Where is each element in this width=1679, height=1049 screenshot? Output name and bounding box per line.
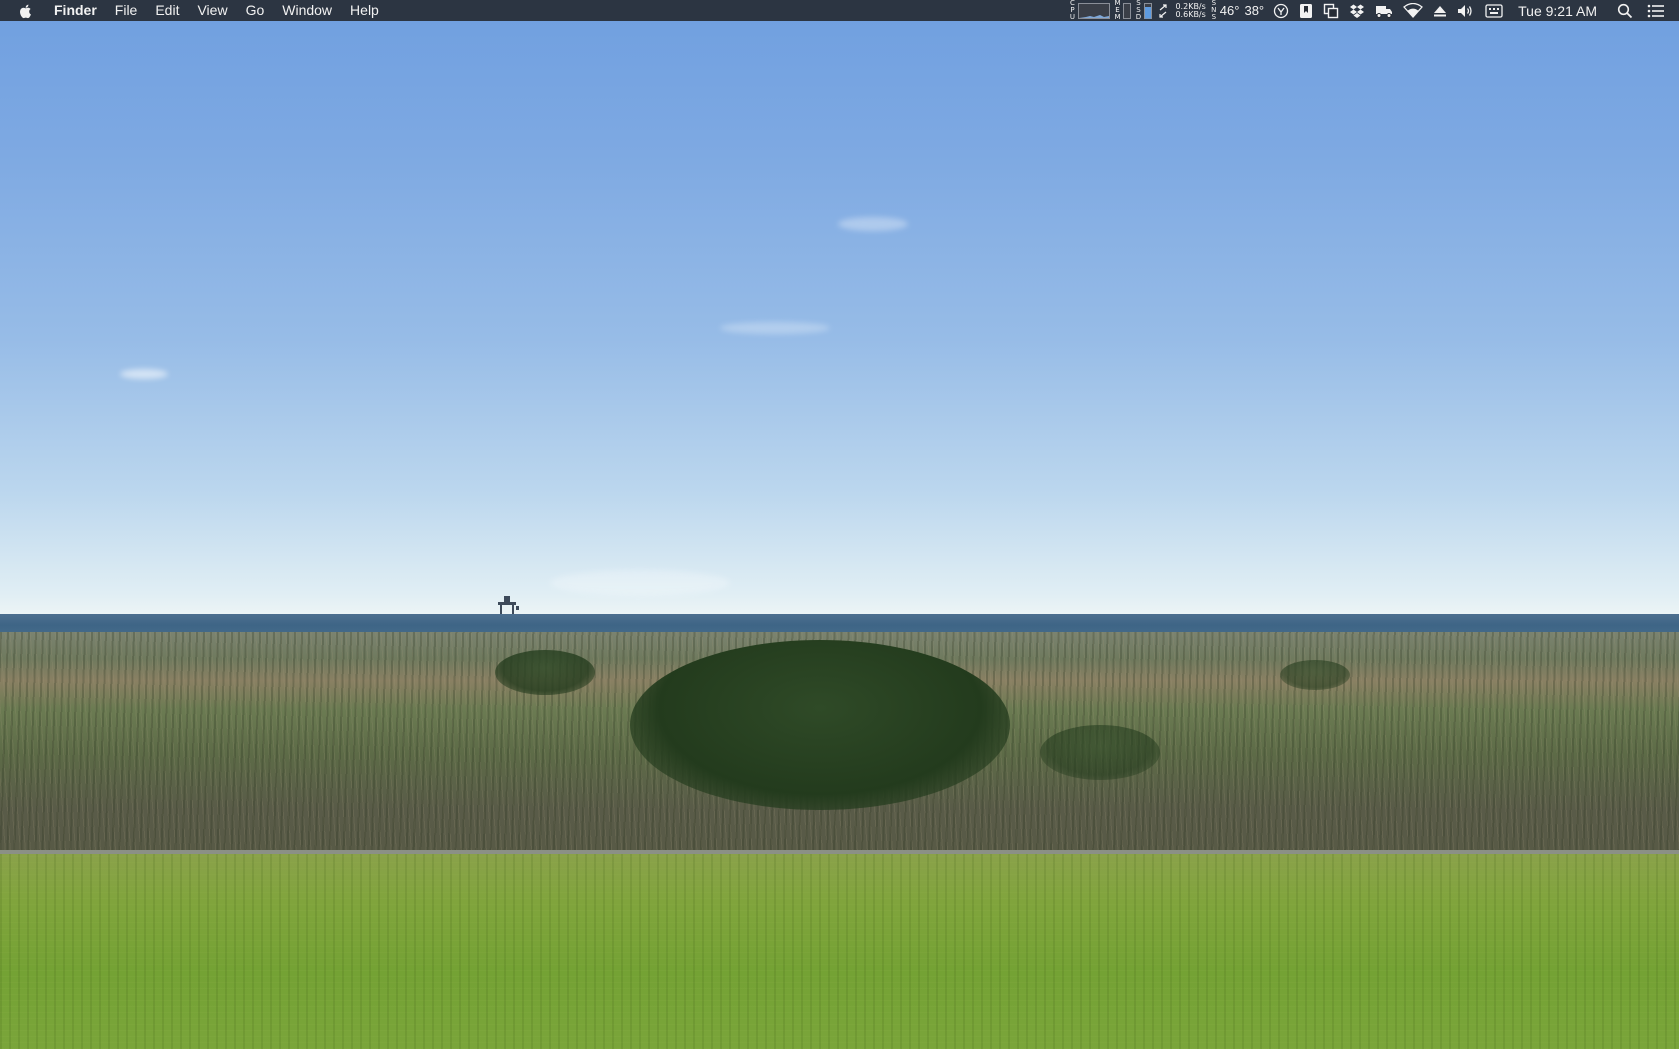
- temperature-1: 46°: [1219, 3, 1240, 18]
- cpu-graph-icon: [1078, 2, 1111, 19]
- menu-go[interactable]: Go: [237, 0, 274, 21]
- wallpaper-lawn-texture: [0, 854, 1679, 1049]
- cpu-label: CPU: [1069, 0, 1076, 21]
- menu-bar-clock[interactable]: Tue 9:21 AM: [1508, 3, 1609, 19]
- notification-center-button[interactable]: [1641, 0, 1679, 21]
- keyboard-extra[interactable]: [1480, 0, 1508, 21]
- memory-bar-icon: [1123, 2, 1132, 19]
- dropbox-icon: [1350, 4, 1365, 18]
- wifi-extra[interactable]: [1398, 0, 1428, 21]
- truck-icon: [1376, 5, 1393, 18]
- overlapping-windows-icon: [1323, 3, 1339, 18]
- dropbox-extra[interactable]: [1344, 0, 1370, 21]
- oil-rig-silhouette: [498, 596, 519, 614]
- ssd-label: SSD: [1135, 0, 1142, 21]
- temperature-2: 38°: [1244, 3, 1265, 18]
- network-speed: 0.2KB/s 0.6KB/s: [1175, 1, 1206, 19]
- cpu-monitor[interactable]: CPU: [1064, 0, 1112, 21]
- menu-window[interactable]: Window: [273, 0, 341, 21]
- wallpaper-bush: [495, 650, 595, 695]
- wallpaper-bush: [1040, 725, 1160, 780]
- menu-edit[interactable]: Edit: [146, 0, 188, 21]
- list-icon: [1647, 4, 1664, 17]
- wallpaper-bush: [1280, 660, 1350, 690]
- apple-logo-icon[interactable]: [18, 3, 34, 19]
- keyboard-icon: [1485, 3, 1503, 18]
- wallpaper-cloud: [550, 570, 730, 596]
- disk-monitor[interactable]: SSD: [1133, 0, 1154, 21]
- sensor-monitor[interactable]: SNS 46° 38°: [1209, 0, 1268, 21]
- wallpaper-cloud: [120, 369, 168, 379]
- disk-bar-icon: [1144, 2, 1153, 19]
- circle-badge-icon: [1273, 3, 1289, 18]
- sensor-label: SNS: [1211, 0, 1217, 21]
- network-activity[interactable]: 0.2KB/s 0.6KB/s: [1154, 0, 1208, 21]
- memory-monitor[interactable]: MEM: [1112, 0, 1133, 21]
- volume-icon: [1458, 4, 1472, 17]
- eject-extra[interactable]: [1428, 0, 1452, 21]
- timer-extra[interactable]: [1268, 0, 1294, 21]
- menu-help[interactable]: Help: [341, 0, 388, 21]
- spotlight-button[interactable]: [1609, 0, 1641, 21]
- wifi-icon: [1403, 2, 1424, 18]
- truck-extra[interactable]: [1370, 0, 1398, 21]
- volume-extra[interactable]: [1452, 0, 1480, 21]
- bookmark-icon: [1300, 3, 1313, 18]
- wallpaper-cloud: [720, 322, 830, 334]
- eject-icon: [1434, 5, 1447, 16]
- search-icon: [1617, 3, 1633, 18]
- network-arrows-icon: [1159, 3, 1168, 18]
- menu-bar-left: Finder File Edit View Go Window Help: [0, 0, 388, 21]
- screen-share-extra[interactable]: [1318, 0, 1344, 21]
- menu-bar-status-area: CPU MEM SSD 0.2KB/s 0.6KB/s S N S 46° 38…: [1064, 0, 1679, 21]
- menu-app-name[interactable]: Finder: [50, 0, 106, 21]
- menu-file[interactable]: File: [106, 0, 147, 21]
- bookmark-extra[interactable]: [1294, 0, 1318, 21]
- wallpaper-sky: [0, 0, 1679, 618]
- desktop[interactable]: Finder File Edit View Go Window Help CPU…: [0, 0, 1679, 1049]
- mem-label: MEM: [1114, 0, 1121, 21]
- wallpaper-bush: [630, 640, 1010, 810]
- menu-view[interactable]: View: [188, 0, 236, 21]
- wallpaper-cloud: [838, 217, 908, 231]
- menu-bar: Finder File Edit View Go Window Help CPU…: [0, 0, 1679, 21]
